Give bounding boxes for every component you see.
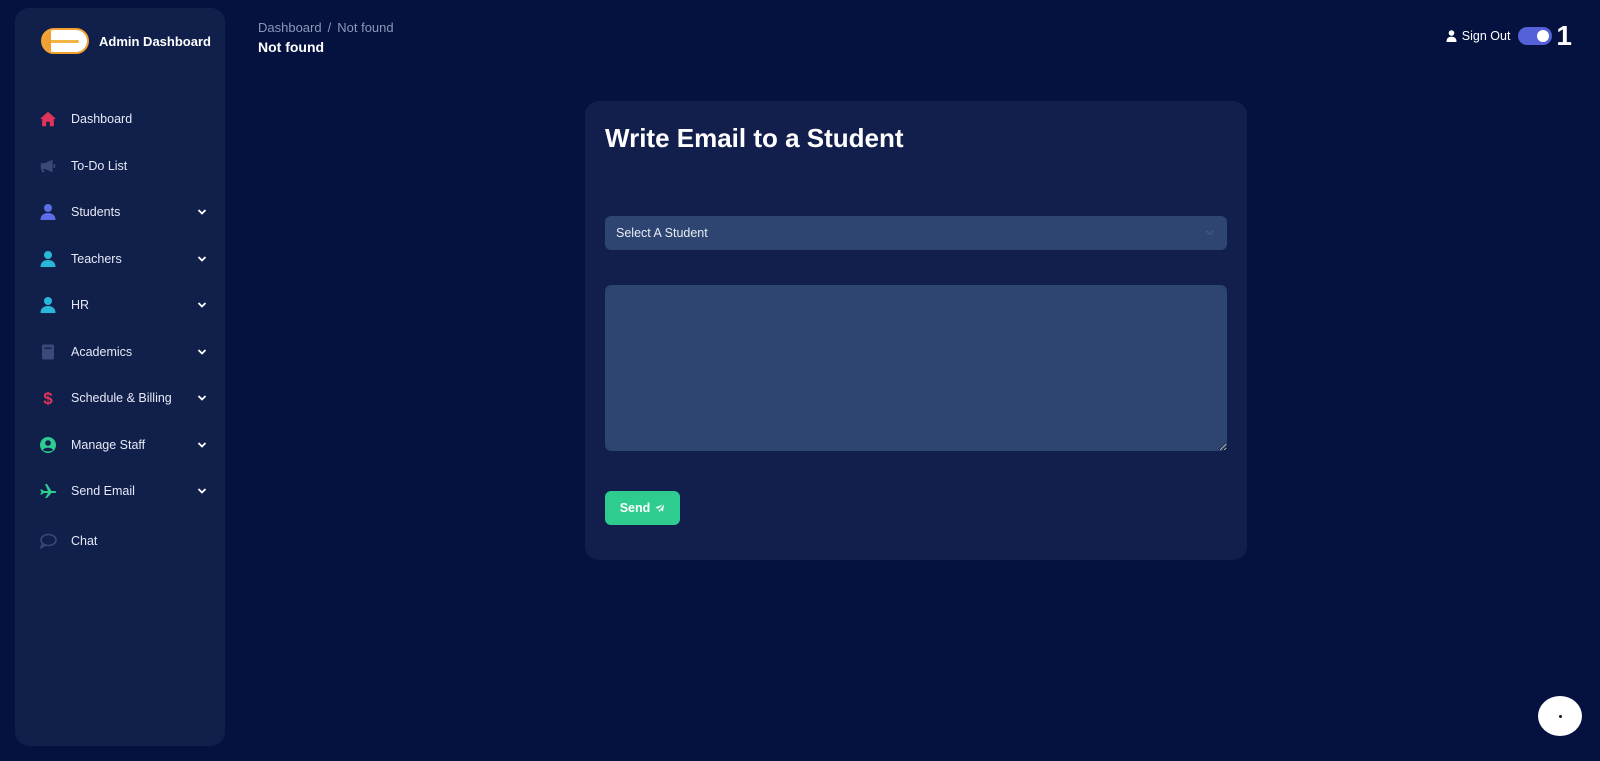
chevron-down-icon[interactable] <box>197 440 207 450</box>
chevron-down-icon[interactable] <box>197 254 207 264</box>
sidebar-item-label: Students <box>71 205 121 220</box>
plane-icon <box>39 482 57 500</box>
sidebar-item-students[interactable]: Students <box>15 189 225 236</box>
email-card: Write Email to a Student Select A Studen… <box>585 101 1247 560</box>
sidebar-item-label: Dashboard <box>71 112 133 127</box>
breadcrumb-current: Not found <box>337 20 394 35</box>
brand-name: Admin Dashboard <box>99 33 211 49</box>
page-title: Not found <box>258 39 325 55</box>
chat-icon <box>39 532 57 550</box>
send-button-label: Send <box>619 501 651 515</box>
chevron-down-icon[interactable] <box>197 300 207 310</box>
sidebar-nav: Dashboard To-Do List Students Teachers H… <box>15 96 225 567</box>
megaphone-icon <box>39 157 57 175</box>
counter-badge: 1 <box>1556 20 1572 51</box>
sidebar-item-label: Teachers <box>71 251 122 266</box>
sidebar-item-label: Schedule & Billing <box>71 391 172 406</box>
breadcrumb: Dashboard / Not found <box>258 20 394 35</box>
user-icon <box>1446 30 1457 42</box>
sidebar-item-label: Manage Staff <box>71 437 146 452</box>
chevron-down-icon[interactable] <box>197 486 207 496</box>
sidebar-item-schedule-billing[interactable]: $ Schedule & Billing <box>15 375 225 422</box>
sidebar-item-label: To-Do List <box>71 158 128 173</box>
sidebar-item-dashboard[interactable]: Dashboard <box>15 96 225 143</box>
sign-out-label: Sign Out <box>1461 29 1511 43</box>
message-textarea[interactable] <box>605 285 1227 451</box>
user-circle-icon <box>39 436 57 454</box>
sidebar: Admin Dashboard Dashboard To-Do List Stu… <box>15 8 225 746</box>
sidebar-item-label: Academics <box>71 344 133 359</box>
brand[interactable]: Admin Dashboard <box>41 28 211 54</box>
sidebar-item-hr[interactable]: HR <box>15 282 225 329</box>
send-button[interactable]: Send <box>605 491 680 525</box>
home-icon <box>39 110 57 128</box>
sidebar-item-manage-staff[interactable]: Manage Staff <box>15 422 225 469</box>
sidebar-item-send-email[interactable]: Send Email <box>15 468 225 515</box>
dot-icon <box>1558 714 1562 718</box>
header-actions: Sign Out 1 <box>1446 22 1572 50</box>
chevron-down-icon <box>1205 228 1215 238</box>
chevron-down-icon[interactable] <box>197 393 207 403</box>
chevron-down-icon[interactable] <box>197 207 207 217</box>
user-icon <box>39 250 57 268</box>
sidebar-item-todo[interactable]: To-Do List <box>15 143 225 190</box>
sidebar-item-label: Chat <box>71 533 98 548</box>
sign-out-button[interactable]: Sign Out <box>1446 29 1511 43</box>
student-select[interactable]: Select A Student <box>605 216 1227 250</box>
breadcrumb-separator: / <box>327 20 332 35</box>
svg-text:$: $ <box>43 389 53 407</box>
brand-logo <box>41 28 89 54</box>
chevron-down-icon[interactable] <box>197 347 207 357</box>
student-select-value: Select A Student <box>616 226 708 240</box>
dollar-icon: $ <box>39 389 57 407</box>
sidebar-item-academics[interactable]: Academics <box>15 329 225 376</box>
theme-toggle[interactable] <box>1518 27 1553 45</box>
paper-plane-icon <box>654 502 666 514</box>
book-icon <box>39 343 57 361</box>
sidebar-item-teachers[interactable]: Teachers <box>15 236 225 283</box>
sidebar-item-chat[interactable]: Chat <box>15 515 225 567</box>
user-icon <box>39 296 57 314</box>
sidebar-item-label: Send Email <box>71 484 135 499</box>
breadcrumb-root[interactable]: Dashboard <box>258 20 322 35</box>
floating-action-button[interactable] <box>1538 696 1582 736</box>
user-icon <box>39 203 57 221</box>
sidebar-item-label: HR <box>71 298 90 313</box>
card-title: Write Email to a Student <box>605 123 904 153</box>
